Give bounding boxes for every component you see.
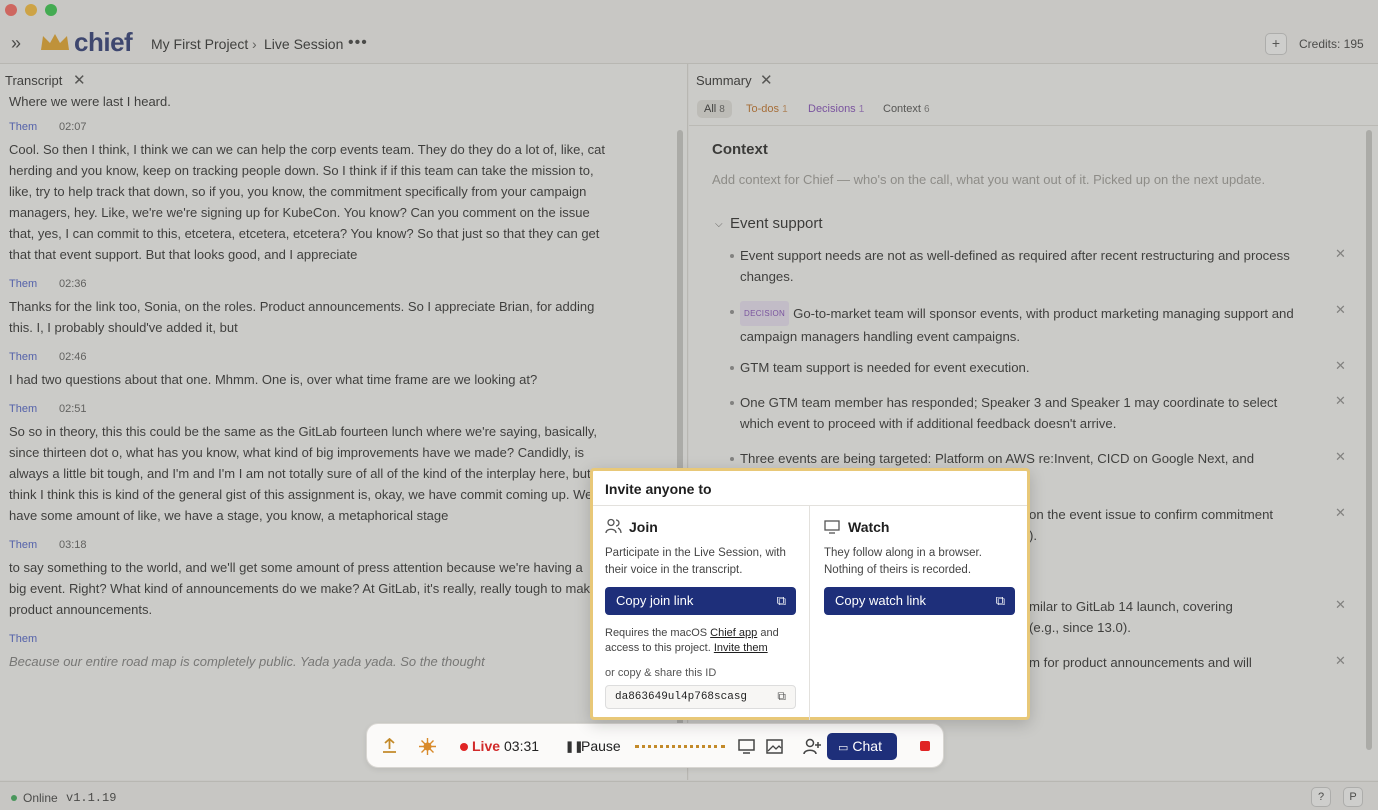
copy-join-link-button[interactable]: Copy join link ⧉ — [605, 587, 796, 615]
copy-join-link-label: Copy join link — [616, 593, 694, 608]
pause-button[interactable]: Pause — [581, 738, 621, 754]
chat-button-label: Chat — [852, 738, 882, 754]
invite-title: Invite anyone to — [605, 481, 712, 497]
copy-icon: ⧉ — [995, 593, 1005, 608]
users-icon — [605, 518, 622, 534]
invite-popover: Invite anyone to Join Participate in the… — [590, 468, 1030, 720]
requirements-note: Requires the macOS Chief app and access … — [605, 626, 800, 656]
live-indicator — [460, 743, 468, 751]
watch-description: They follow along in a browser. Nothing … — [824, 547, 982, 576]
monitor-icon — [824, 520, 840, 534]
join-title: Join — [629, 519, 658, 535]
session-id-value: da863649ul4p768scasg — [615, 691, 748, 703]
join-description: Participate in the Live Session, with th… — [605, 547, 786, 576]
session-timer: 03:31 — [504, 738, 540, 754]
copy-icon: ⧉ — [776, 593, 786, 608]
chief-app-link[interactable]: Chief app — [710, 627, 757, 639]
divider — [593, 505, 1027, 506]
stop-recording-button[interactable] — [920, 741, 930, 751]
or-copy-label: or copy & share this ID — [605, 667, 717, 679]
live-label: Live — [472, 738, 501, 754]
image-icon[interactable] — [766, 739, 783, 754]
copy-id-icon[interactable]: ⧉ — [777, 686, 786, 708]
chat-icon: ▭ — [838, 742, 849, 754]
copy-watch-link-label: Copy watch link — [835, 593, 927, 608]
watch-title: Watch — [848, 519, 890, 535]
copy-watch-link-button[interactable]: Copy watch link ⧉ — [824, 587, 1015, 615]
invite-user-icon[interactable] — [803, 738, 821, 755]
req-prefix: Requires the macOS — [605, 627, 708, 639]
audio-level-meter — [635, 745, 725, 748]
sparkle-icon[interactable] — [419, 738, 436, 755]
invite-them-link[interactable]: Invite them — [714, 642, 768, 654]
divider — [809, 506, 810, 720]
chat-button[interactable]: ▭ Chat — [827, 733, 897, 760]
upload-icon[interactable] — [382, 738, 397, 754]
screen-share-icon[interactable] — [738, 739, 755, 754]
session-toolbar: Live 03:31 ❚❚ Pause ▭ Chat — [366, 723, 944, 768]
session-id-field[interactable]: da863649ul4p768scasg ⧉ — [605, 685, 796, 709]
